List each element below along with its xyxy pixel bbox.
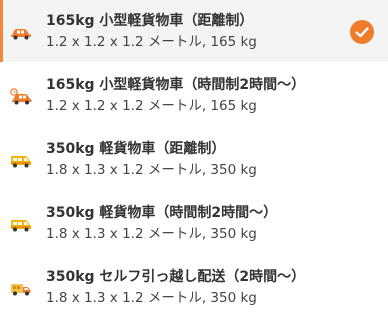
vehicle-specs: 1.8 x 1.3 x 1.2 メートル, 350 kg [46,162,257,178]
small-car-icon [10,24,32,42]
vehicle-title: 350kg 軽貨物車（距離制） [46,141,226,157]
vehicle-option-350kg-distance[interactable]: 350kg 軽貨物車（距離制） 1.8 x 1.3 x 1.2 メートル, 35… [0,128,388,190]
vehicle-list: 165kg 小型軽貨物車（距離制） 1.2 x 1.2 x 1.2 メートル, … [0,0,388,318]
vehicle-option-165kg-hourly[interactable]: 165kg 小型軽貨物車（時間制2時間～） 1.2 x 1.2 x 1.2 メー… [0,64,388,126]
van-icon [10,152,32,170]
checkmark-icon [350,20,374,44]
vehicle-title: 350kg セルフ引っ越し配送（2時間～） [46,269,306,285]
vehicle-specs: 1.2 x 1.2 x 1.2 メートル, 165 kg [46,34,257,50]
vehicle-title: 165kg 小型軽貨物車（時間制2時間～） [46,77,306,93]
vehicle-option-350kg-hourly[interactable]: 350kg 軽貨物車（時間制2時間～） 1.8 x 1.3 x 1.2 メートル… [0,192,388,254]
small-car-clock-icon [10,88,32,106]
vehicle-specs: 1.2 x 1.2 x 1.2 メートル, 165 kg [46,98,257,114]
moving-truck-icon [10,280,32,298]
vehicle-title: 165kg 小型軽貨物車（距離制） [46,13,254,29]
vehicle-option-165kg-distance[interactable]: 165kg 小型軽貨物車（距離制） 1.2 x 1.2 x 1.2 メートル, … [0,0,388,62]
vehicle-title: 350kg 軽貨物車（時間制2時間～） [46,205,278,221]
vehicle-specs: 1.8 x 1.3 x 1.2 メートル, 350 kg [46,226,257,242]
vehicle-specs: 1.8 x 1.3 x 1.2 メートル, 350 kg [46,290,257,306]
van-icon [10,216,32,234]
vehicle-option-350kg-self-moving[interactable]: 350kg セルフ引っ越し配送（2時間～） 1.8 x 1.3 x 1.2 メー… [0,256,388,318]
